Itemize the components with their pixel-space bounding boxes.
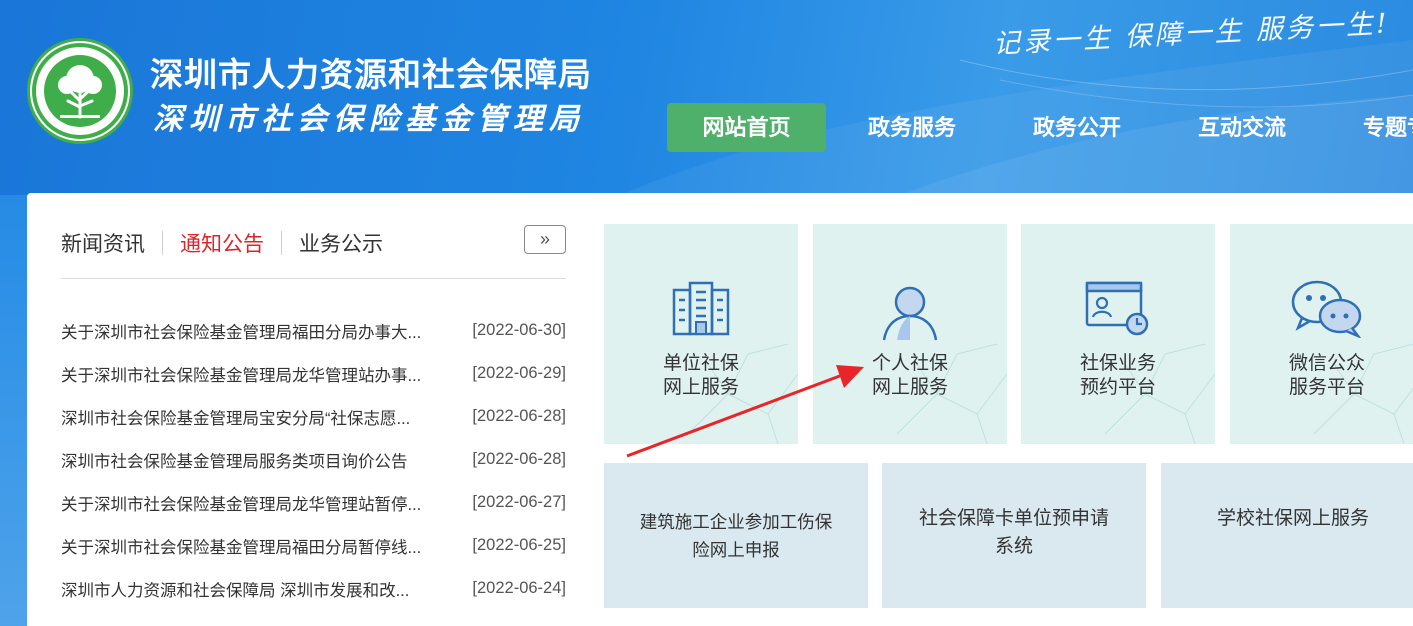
tile-label-line2: 预约平台 bbox=[1079, 377, 1156, 398]
news-title[interactable]: 关于深圳市社会保险基金管理局福田分局暂停线... bbox=[61, 534, 436, 558]
news-date: [2022-06-25] bbox=[472, 536, 566, 554]
service-tile-wechat[interactable]: 微信公众 服务平台 bbox=[1230, 224, 1413, 444]
news-date: [2022-06-29] bbox=[472, 364, 566, 382]
organization-logo[interactable] bbox=[27, 38, 133, 144]
person-icon bbox=[882, 286, 938, 341]
tile-label-line2: 网上服务 bbox=[871, 377, 948, 398]
list-item[interactable]: 关于深圳市社会保险基金管理局福田分局办事大... [2022-06-30] bbox=[61, 309, 566, 352]
tab-news[interactable]: 新闻资讯 bbox=[61, 228, 145, 258]
organization-title: 深圳市人力资源和社会保障局 bbox=[150, 56, 592, 93]
tile-label: 学校社保网上服务 bbox=[1216, 508, 1369, 529]
tile-label: 建筑施工企业参加工伤保险网上申报 bbox=[639, 511, 833, 560]
news-title[interactable]: 深圳市人力资源和社会保障局 深圳市发展和改... bbox=[61, 577, 436, 601]
news-list: 关于深圳市社会保险基金管理局福田分局办事大... [2022-06-30] 关于… bbox=[61, 309, 566, 610]
news-title[interactable]: 深圳市社会保险基金管理局宝安分局“社保志愿... bbox=[61, 405, 436, 429]
service-tile-social-security-card[interactable]: 社会保障卡单位预申请系统 bbox=[882, 463, 1146, 608]
list-item[interactable]: 深圳市社会保险基金管理局宝安分局“社保志愿... [2022-06-28] bbox=[61, 395, 566, 438]
tile-label-line1: 单位社保 bbox=[662, 353, 739, 374]
tab-divider bbox=[162, 231, 163, 255]
main-nav: 网站首页 政务服务 政务公开 互动交流 专题专 bbox=[667, 103, 1413, 152]
news-date: [2022-06-24] bbox=[472, 579, 566, 597]
service-tile-employer-online[interactable]: 单位社保 网上服务 bbox=[604, 224, 798, 444]
tab-announcements[interactable]: 通知公告 bbox=[180, 228, 264, 258]
tab-divider bbox=[281, 231, 282, 255]
list-item[interactable]: 深圳市社会保险基金管理局服务类项目询价公告 [2022-06-28] bbox=[61, 438, 566, 481]
news-date: [2022-06-27] bbox=[472, 493, 566, 511]
tree-emblem-icon bbox=[32, 43, 128, 139]
tile-label: 社会保障卡单位预申请系统 bbox=[918, 508, 1109, 557]
news-title[interactable]: 关于深圳市社会保险基金管理局福田分局办事大... bbox=[61, 319, 436, 343]
news-tabs: 新闻资讯 通知公告 业务公示 bbox=[61, 226, 383, 260]
tab-business-notices[interactable]: 业务公示 bbox=[299, 228, 383, 258]
list-item[interactable]: 关于深圳市社会保险基金管理局龙华管理站暂停... [2022-06-27] bbox=[61, 481, 566, 524]
service-tile-construction-injury-insurance[interactable]: 建筑施工企业参加工伤保险网上申报 bbox=[604, 463, 868, 608]
news-title[interactable]: 关于深圳市社会保险基金管理局龙华管理站暂停... bbox=[61, 491, 436, 515]
nav-item-government-disclosure[interactable]: 政务公开 bbox=[1033, 103, 1121, 152]
appointment-card-icon bbox=[1085, 281, 1149, 336]
service-tile-school-social-security[interactable]: 学校社保网上服务 bbox=[1161, 463, 1413, 608]
organization-subtitle: 深圳市社会保险基金管理局 bbox=[153, 102, 585, 137]
news-date: [2022-06-28] bbox=[472, 450, 566, 468]
news-title[interactable]: 深圳市社会保险基金管理局服务类项目询价公告 bbox=[61, 448, 436, 472]
building-icon bbox=[672, 281, 730, 336]
service-tile-personal-online[interactable]: 个人社保 网上服务 bbox=[813, 224, 1007, 444]
tile-label-line2: 服务平台 bbox=[1288, 377, 1365, 398]
wechat-icon bbox=[1291, 280, 1362, 338]
nav-item-home[interactable]: 网站首页 bbox=[667, 103, 826, 152]
news-date: [2022-06-30] bbox=[472, 321, 566, 339]
nav-item-government-services[interactable]: 政务服务 bbox=[868, 103, 956, 152]
tile-label-line1: 社保业务 bbox=[1079, 353, 1156, 374]
site-header: 深圳市人力资源和社会保障局 深圳市社会保险基金管理局 记录一生 保障一生 服务一… bbox=[0, 0, 1413, 195]
nav-item-interaction[interactable]: 互动交流 bbox=[1198, 103, 1286, 152]
list-item[interactable]: 关于深圳市社会保险基金管理局龙华管理站办事... [2022-06-29] bbox=[61, 352, 566, 395]
tile-label-line1: 个人社保 bbox=[871, 353, 948, 374]
service-tile-appointment[interactable]: 社保业务 预约平台 bbox=[1021, 224, 1215, 444]
news-title[interactable]: 关于深圳市社会保险基金管理局龙华管理站办事... bbox=[61, 362, 436, 386]
more-button[interactable]: » bbox=[524, 225, 566, 254]
list-item[interactable]: 深圳市人力资源和社会保障局 深圳市发展和改... [2022-06-24] bbox=[61, 567, 566, 610]
nav-item-topics[interactable]: 专题专 bbox=[1363, 103, 1413, 152]
list-item[interactable]: 关于深圳市社会保险基金管理局福田分局暂停线... [2022-06-25] bbox=[61, 524, 566, 567]
tabs-divider-line bbox=[61, 278, 566, 279]
tile-label-line2: 网上服务 bbox=[662, 377, 739, 398]
news-date: [2022-06-28] bbox=[472, 407, 566, 425]
tile-label-line1: 微信公众 bbox=[1288, 353, 1365, 374]
